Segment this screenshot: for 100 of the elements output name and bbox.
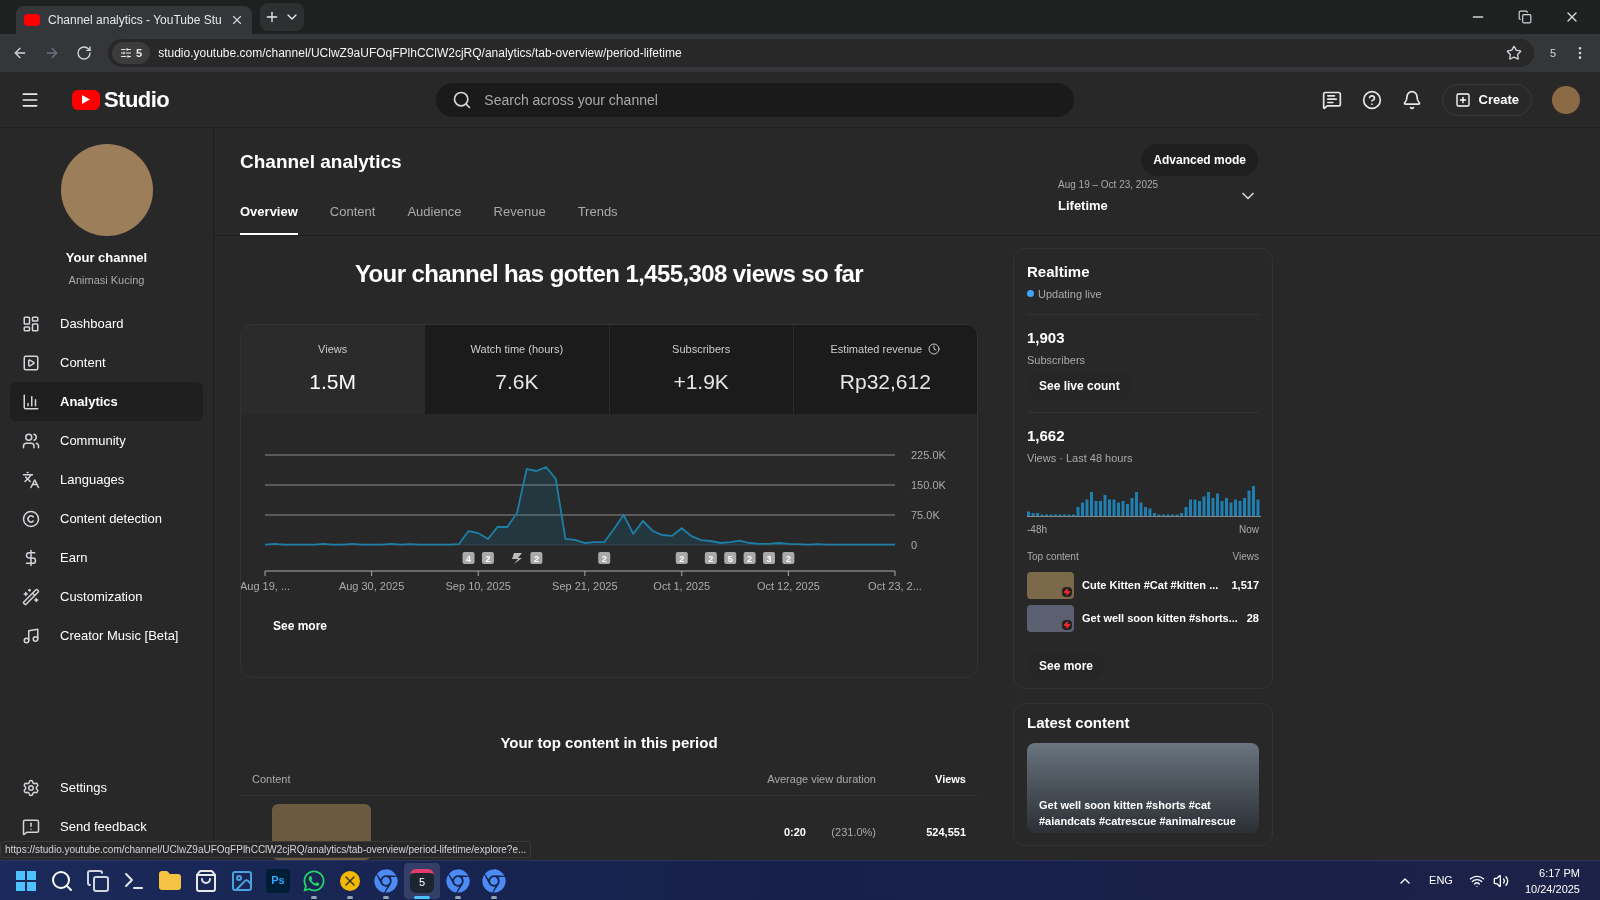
y-tick-label: 0 (911, 539, 918, 551)
browser-tab[interactable]: Channel analytics - YouTube Stu (16, 6, 252, 34)
tab-title: Channel analytics - YouTube Stu (48, 12, 222, 29)
chrome-icon (374, 868, 398, 893)
shorts-icon (1062, 587, 1072, 597)
section-title: Your top content in this period (499, 733, 719, 753)
search-icon (452, 89, 473, 110)
people-icon (22, 431, 40, 450)
sidebar-item[interactable]: Content detection (10, 499, 203, 538)
column-header: Top content (1027, 550, 1079, 564)
shopping-bag-icon (194, 868, 218, 893)
duration-cell-text: 0:20 (782, 825, 806, 840)
language-indicator[interactable]: ENG (1429, 872, 1453, 889)
page-title: Channel analytics (240, 150, 402, 174)
date-range-dropdown[interactable]: Aug 19 – Oct 23, 2025 Lifetime (1058, 176, 1258, 215)
tab[interactable]: Revenue (493, 201, 546, 235)
metric-tab[interactable]: Subscribers +1.9K (608, 325, 793, 414)
search-field[interactable]: Search across your channel (436, 82, 1075, 117)
copyright-icon (22, 509, 40, 528)
channel-name: Animasi Kucing (68, 272, 145, 288)
sidebar-item[interactable]: Community (10, 421, 203, 460)
volume-icon[interactable] (1492, 872, 1509, 889)
axis-label: Now (1239, 523, 1259, 537)
card-title: Latest content (1027, 713, 1131, 733)
views-label: Views · Last 48 hours (1027, 450, 1134, 466)
column-header: Views (1232, 550, 1259, 564)
windows-icon (16, 870, 36, 891)
notification-bell-icon[interactable] (1401, 89, 1422, 110)
taskbar-app[interactable]: Ps (260, 862, 296, 899)
tab[interactable]: Overview (240, 201, 298, 235)
tab[interactable]: Audience (407, 201, 462, 235)
sidebar-item[interactable]: Languages (10, 460, 203, 499)
sidebar-item[interactable]: Settings (10, 768, 203, 807)
advanced-mode-button[interactable]: Advanced mode (1141, 144, 1258, 176)
tab[interactable]: Trends (577, 201, 618, 235)
sidebar-item[interactable]: Analytics (10, 382, 203, 421)
metric-tab[interactable]: Watch time (hours) 7.6K (424, 325, 609, 414)
app-icon: Ps (266, 868, 290, 893)
reload-icon[interactable] (76, 45, 92, 61)
comment-icon[interactable] (1321, 89, 1342, 110)
dashboard-icon (22, 314, 40, 333)
back-icon[interactable] (12, 45, 28, 61)
y-tick-label: 75.0K (911, 509, 940, 521)
extensions-count[interactable]: 5 (1549, 44, 1556, 62)
account-avatar[interactable] (1552, 85, 1580, 114)
address-bar[interactable]: 5 studio.youtube.com/channel/UClwZ9aUFOqFPlhCClW2cjRQ/analytics/tab-overview/period-lifetime (108, 39, 1534, 67)
video-title[interactable]: Cute Kitten #Cat #kitten ... (1082, 577, 1224, 594)
subscriber-count: 1,903 (1027, 328, 1066, 348)
chat-icon (302, 868, 326, 893)
sidebar-item[interactable]: Earn (10, 538, 203, 577)
x-tick-label: Oct 23, 2... (868, 580, 922, 592)
help-icon[interactable] (1361, 89, 1382, 110)
site-info-button[interactable]: 5 (112, 42, 151, 64)
video-title[interactable]: Get well soon kitten #shorts... (1082, 610, 1239, 627)
live-status: Updating live (1038, 286, 1102, 302)
sidebar-item[interactable]: Dashboard (10, 304, 203, 343)
tab[interactable]: Content (329, 201, 376, 235)
video-thumbnail[interactable] (1027, 605, 1074, 632)
axis-label: -48h (1027, 523, 1047, 537)
x-tick-label: Sep 10, 2025 (445, 580, 511, 592)
y-tick-label: 225.0K (911, 450, 946, 461)
clock-icon[interactable] (928, 343, 941, 356)
metric-tab[interactable]: Estimated revenue Rp32,612 (792, 325, 977, 414)
video-thumbnail[interactable] (1027, 572, 1074, 599)
sidebar-item[interactable]: Creator Music [Beta] (10, 616, 203, 655)
status-url-tooltip: https://studio.youtube.com/channel/UClwZ9aUFOqFPlhCClW2cjRQ/analytics/tab-overview/period-lifetime/explore?e... (0, 841, 532, 858)
card-title: Realtime (1027, 262, 1091, 282)
bookmark-star-icon[interactable] (1505, 45, 1522, 61)
app-icon: 5 (410, 868, 434, 893)
shorts-icon (1062, 620, 1072, 630)
subscriber-label: Subscribers (1027, 352, 1087, 368)
tune-icon (120, 47, 132, 59)
views-cell-text: 524,551 (925, 825, 966, 840)
shorts-icon[interactable] (512, 553, 522, 564)
chrome-icon (446, 868, 470, 893)
x-tick-label: Aug 30, 2025 (338, 580, 405, 592)
task-view-icon (86, 868, 110, 893)
x-tick-label: Oct 12, 2025 (756, 580, 820, 592)
app-icon (340, 870, 360, 891)
sidebar-item[interactable]: Content (10, 343, 203, 382)
taskbar-app[interactable]: 5 (404, 862, 440, 899)
restore-icon[interactable] (1518, 10, 1532, 24)
plus-icon (1454, 91, 1471, 108)
x-tick-label: Oct 1, 2025 (653, 580, 711, 592)
folder-icon (158, 868, 182, 893)
feedback-icon (22, 817, 40, 836)
video-thumbnail[interactable]: Get well soon kitten #shorts #cat #aiandcats #catrescue #animalrescue (1027, 742, 1259, 833)
music-note-icon (22, 626, 40, 645)
headline: Your channel has gotten 1,455,308 views so far (353, 259, 865, 289)
sidebar-item[interactable]: Customization (10, 577, 203, 616)
magic-wand-icon (22, 587, 40, 606)
studio-logo[interactable]: Studio (72, 83, 170, 116)
clock[interactable]: 6:17 PM 10/24/2025 (1524, 864, 1580, 897)
forward-icon[interactable] (44, 45, 60, 61)
percent-cell-text: (231.0%) (830, 825, 876, 840)
settings-icon (22, 778, 40, 797)
x-tick-label: Sep 21, 2025 (552, 580, 618, 592)
column-header: Views (934, 771, 966, 787)
column-header: Content (252, 771, 292, 787)
bar-chart-icon (22, 392, 40, 411)
